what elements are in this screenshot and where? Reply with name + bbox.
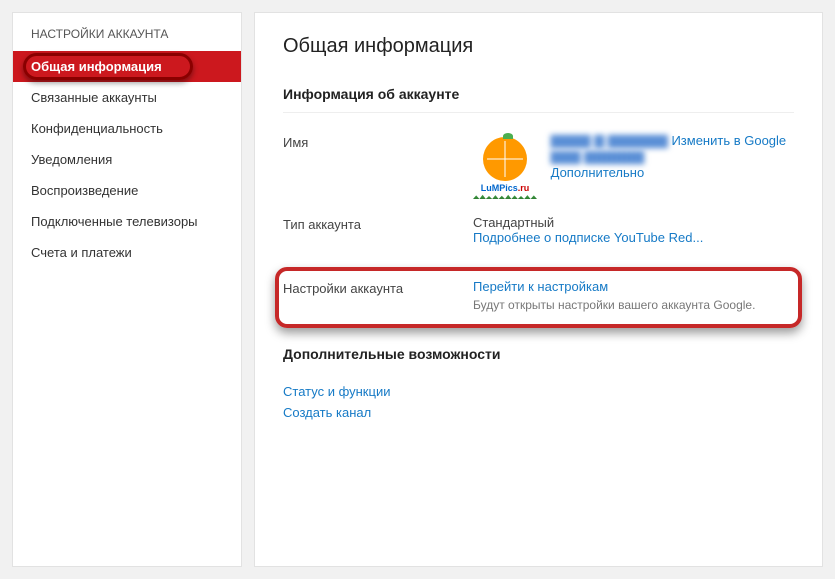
sidebar-item-playback[interactable]: Воспроизведение <box>13 175 241 206</box>
sidebar-item-label: Конфиденциальность <box>31 121 163 136</box>
youtube-red-link[interactable]: Подробнее о подписке YouTube Red... <box>473 230 794 245</box>
account-settings-content: Перейти к настройкам Будут открыты настр… <box>473 279 794 312</box>
grass-decoration <box>473 193 537 199</box>
page-title: Общая информация <box>283 35 794 58</box>
blurred-name: ▇▇▇▇ ▇ ▇▇▇▇▇▇ <box>551 133 668 148</box>
app-container: НАСТРОЙКИ АККАУНТА Общая информация Связ… <box>12 12 823 567</box>
account-settings-label: Настройки аккаунта <box>283 279 473 296</box>
avatar-caption: LuMPics.ru <box>473 183 537 193</box>
go-to-settings-link[interactable]: Перейти к настройкам <box>473 279 794 294</box>
sidebar-item-privacy[interactable]: Конфиденциальность <box>13 113 241 144</box>
sidebar: НАСТРОЙКИ АККАУНТА Общая информация Связ… <box>12 12 242 567</box>
row-name: Имя LuMPics.ru ▇▇▇▇ ▇ ▇▇▇▇▇▇ Изменить в … <box>283 133 794 197</box>
name-label: Имя <box>283 133 473 150</box>
sidebar-item-label: Воспроизведение <box>31 183 138 198</box>
settings-description: Будут открыты настройки вашего аккаунта … <box>473 298 794 312</box>
sidebar-item-label: Уведомления <box>31 152 112 167</box>
blurred-email: ▇▇▇ ▇▇▇▇▇▇ <box>551 149 787 165</box>
change-in-google-link[interactable]: Изменить в Google <box>671 133 786 148</box>
sidebar-item-connected-tvs[interactable]: Подключенные телевизоры <box>13 206 241 237</box>
account-info-heading: Информация об аккаунте <box>283 86 794 113</box>
account-type-label: Тип аккаунта <box>283 215 473 232</box>
avatar: LuMPics.ru <box>473 133 537 197</box>
account-type-value: Стандартный <box>473 215 794 230</box>
sidebar-item-label: Подключенные телевизоры <box>31 214 198 229</box>
sidebar-item-notifications[interactable]: Уведомления <box>13 144 241 175</box>
sidebar-item-overview[interactable]: Общая информация <box>13 51 241 82</box>
sidebar-item-label: Связанные аккаунты <box>31 90 157 105</box>
sidebar-item-label: Общая информация <box>31 59 162 74</box>
row-account-type: Тип аккаунта Стандартный Подробнее о под… <box>283 215 794 245</box>
sidebar-item-billing[interactable]: Счета и платежи <box>13 237 241 268</box>
advanced-link[interactable]: Дополнительно <box>551 165 787 180</box>
settings-row-wrap: Настройки аккаунта Перейти к настройкам … <box>283 263 794 328</box>
name-meta: ▇▇▇▇ ▇ ▇▇▇▇▇▇ Изменить в Google ▇▇▇ ▇▇▇▇… <box>551 133 787 180</box>
name-content: LuMPics.ru ▇▇▇▇ ▇ ▇▇▇▇▇▇ Изменить в Goog… <box>473 133 794 197</box>
account-type-content: Стандартный Подробнее о подписке YouTube… <box>473 215 794 245</box>
sidebar-header: НАСТРОЙКИ АККАУНТА <box>13 13 241 51</box>
sidebar-item-linked-accounts[interactable]: Связанные аккаунты <box>13 82 241 113</box>
create-channel-link[interactable]: Создать канал <box>283 405 794 420</box>
sidebar-item-label: Счета и платежи <box>31 245 132 260</box>
extra-links: Статус и функции Создать канал <box>283 384 794 420</box>
row-account-settings: Настройки аккаунта Перейти к настройкам … <box>283 279 794 312</box>
extra-heading: Дополнительные возможности <box>283 346 794 372</box>
status-features-link[interactable]: Статус и функции <box>283 384 794 399</box>
main-panel: Общая информация Информация об аккаунте … <box>254 12 823 567</box>
orange-icon <box>483 137 527 181</box>
